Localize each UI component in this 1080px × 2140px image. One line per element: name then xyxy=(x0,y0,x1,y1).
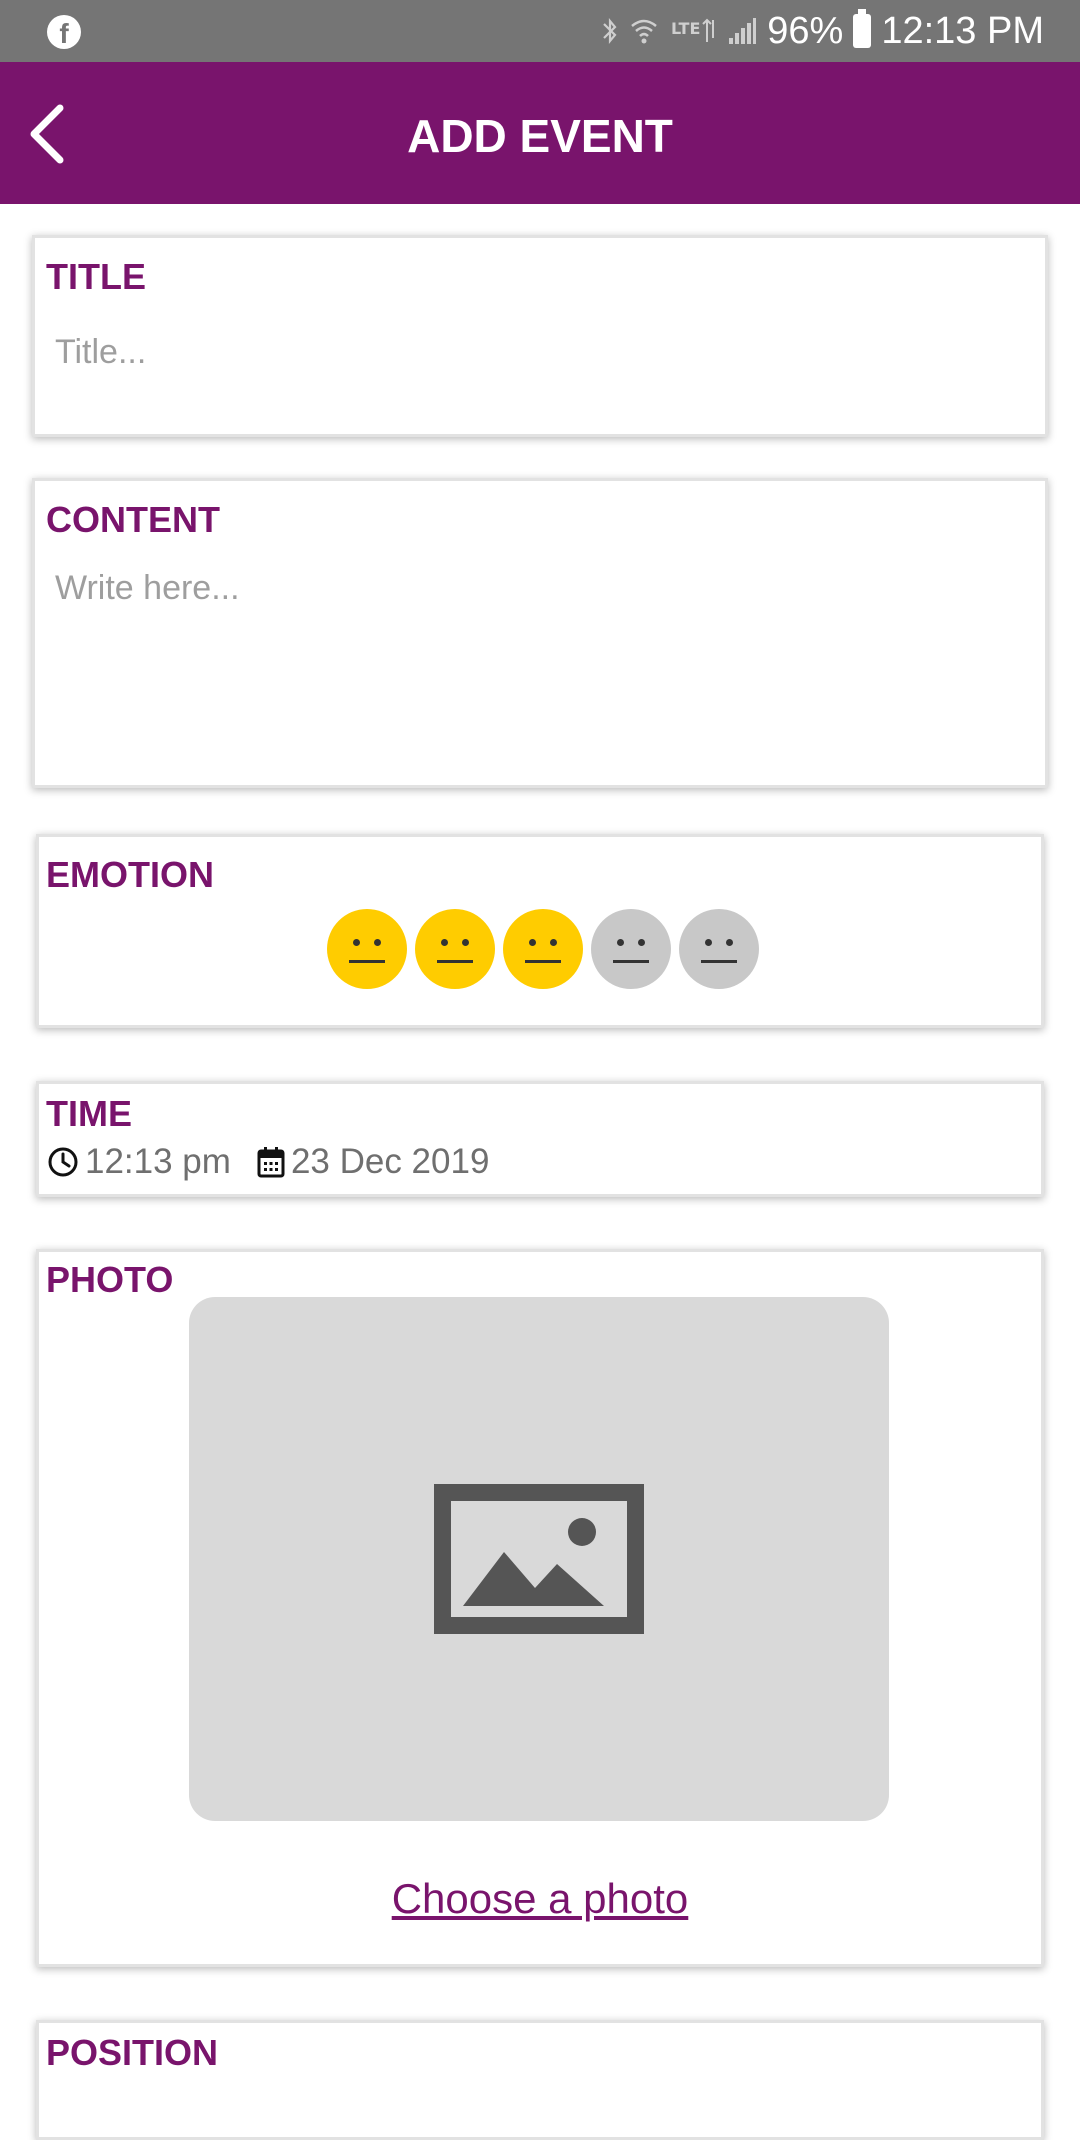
emotion-label: EMOTION xyxy=(46,854,214,895)
time-value[interactable]: 12:13 pm xyxy=(85,1142,231,1182)
emotion-card: EMOTION xyxy=(36,834,1044,1028)
position-card: POSITION xyxy=(36,2020,1044,2140)
back-button[interactable] xyxy=(18,98,82,170)
time-card: TIME 12:13 pm 23 Dec 2019 xyxy=(36,1081,1044,1197)
choose-photo-link[interactable]: Choose a photo xyxy=(39,1875,1041,1923)
facebook-icon: f xyxy=(47,15,81,49)
status-time: 12:13 PM xyxy=(881,9,1044,52)
neutral-face-icon[interactable] xyxy=(327,909,407,989)
content-card: CONTENT xyxy=(32,478,1048,788)
image-icon xyxy=(434,1484,644,1634)
neutral-face-icon[interactable] xyxy=(503,909,583,989)
battery-icon xyxy=(853,9,872,48)
content-textarea[interactable] xyxy=(55,569,1025,769)
bluetooth-icon xyxy=(601,16,619,46)
content-label: CONTENT xyxy=(46,499,220,540)
wifi-icon xyxy=(629,16,659,46)
position-label: POSITION xyxy=(46,2032,219,2073)
title-label: TITLE xyxy=(46,256,146,297)
title-card: TITLE xyxy=(32,235,1048,437)
page-title: ADD EVENT xyxy=(407,110,673,162)
app-bar: ADD EVENT xyxy=(0,62,1080,204)
photo-placeholder[interactable] xyxy=(189,1297,889,1821)
emotion-rating xyxy=(39,909,1041,989)
chevron-left-icon xyxy=(30,104,64,164)
calendar-icon xyxy=(257,1146,285,1178)
lte-icon: LTE xyxy=(669,16,717,46)
time-row: 12:13 pm 23 Dec 2019 xyxy=(47,1142,489,1182)
photo-label: PHOTO xyxy=(46,1259,174,1300)
status-bar: f LTE 96% 12:13 PM xyxy=(0,0,1080,62)
battery-percent: 96% xyxy=(767,9,844,52)
neutral-face-icon[interactable] xyxy=(679,909,759,989)
photo-card: PHOTO Choose a photo xyxy=(36,1249,1044,1967)
title-input[interactable] xyxy=(55,328,1025,376)
time-label: TIME xyxy=(46,1093,132,1134)
clock-icon xyxy=(47,1146,79,1178)
svg-text:LTE: LTE xyxy=(671,19,700,38)
neutral-face-icon[interactable] xyxy=(415,909,495,989)
signal-icon xyxy=(727,16,757,46)
neutral-face-icon[interactable] xyxy=(591,909,671,989)
date-value[interactable]: 23 Dec 2019 xyxy=(291,1142,489,1182)
status-icons: LTE 96% 12:13 PM xyxy=(601,0,1044,62)
